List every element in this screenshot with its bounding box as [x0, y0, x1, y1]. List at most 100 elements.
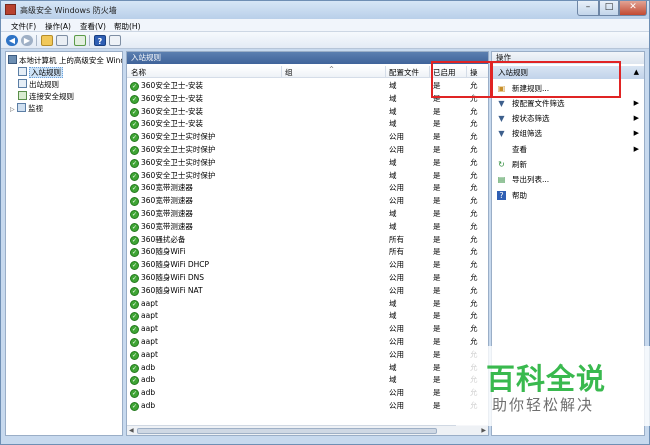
- forward-arrow-icon[interactable]: ▶: [21, 35, 33, 46]
- rule-name: adb: [141, 388, 156, 398]
- action-label: 按状态筛选: [512, 114, 550, 123]
- watermark-sub-text: 助你轻松解决: [492, 396, 595, 414]
- rule-enabled: 是: [433, 260, 441, 270]
- show-tree-icon[interactable]: [56, 35, 68, 46]
- tree-root[interactable]: 本地计算机 上的高级安全 Windo: [8, 55, 122, 66]
- menu-action[interactable]: 操作(A): [45, 21, 71, 32]
- rule-enabled: 是: [433, 400, 441, 410]
- table-row[interactable]: ✓adb公用是允: [127, 400, 488, 413]
- enabled-check-icon: ✓: [130, 376, 139, 386]
- rule-name: 360骚扰必备: [141, 234, 186, 244]
- window-title: 高级安全 Windows 防火墙: [20, 6, 117, 15]
- menu-file[interactable]: 文件(F): [11, 21, 36, 32]
- action-label: 刷新: [512, 160, 527, 169]
- menu-view[interactable]: 查看(V): [80, 21, 106, 32]
- table-row[interactable]: ✓ 360安全卫士实时保护 公用 是 允: [127, 131, 488, 144]
- rule-enabled: 是: [433, 208, 441, 218]
- action-item-export[interactable]: ▤ 导出列表...: [492, 173, 644, 186]
- tree-item-inbound-rules[interactable]: 入站规则: [18, 67, 63, 78]
- rule-enabled: 是: [433, 157, 441, 167]
- rule-profile: 公用: [389, 349, 404, 359]
- table-row[interactable]: ✓ 360安全卫士-安装 域 是 允: [127, 118, 488, 131]
- table-row[interactable]: ✓aapt公用是允: [127, 336, 488, 349]
- rule-action: 允: [470, 324, 478, 334]
- rule-profile: 公用: [389, 285, 404, 295]
- up-folder-icon[interactable]: [41, 35, 53, 46]
- table-row[interactable]: ✓ 360随身WiFi 所有 是 允: [127, 246, 488, 259]
- menu-help[interactable]: 帮助(H): [114, 21, 141, 32]
- table-row[interactable]: ✓adb公用是允: [127, 387, 488, 400]
- tree-item-outbound-rules[interactable]: 出站规则: [18, 79, 59, 90]
- table-row[interactable]: ✓ 360宽带测速器 公用 是 允: [127, 182, 488, 195]
- highlight-box-new-rule: [491, 61, 621, 98]
- rule-profile: 域: [389, 119, 397, 129]
- table-row[interactable]: ✓ 360骚扰必备 所有 是 允: [127, 234, 488, 247]
- minimize-button[interactable]: –: [577, 1, 599, 16]
- enabled-check-icon: ✓: [130, 337, 139, 347]
- action-item-filter[interactable]: ▼ 按配置文件筛选 ▶: [492, 97, 644, 110]
- table-row[interactable]: ✓ aapt 域 是 允: [127, 310, 488, 323]
- filter-icon: ▼: [498, 114, 505, 123]
- tree-item-monitoring[interactable]: ▷ 监视: [10, 103, 43, 114]
- rule-profile: 域: [389, 106, 397, 116]
- table-row[interactable]: ✓ aapt 域 是 允: [127, 298, 488, 311]
- enabled-check-icon: ✓: [130, 389, 139, 399]
- expand-arrow-icon[interactable]: ▷: [10, 104, 17, 115]
- title-bar[interactable]: 高级安全 Windows 防火墙 – □ ✕: [1, 1, 649, 19]
- enabled-check-icon: ✓: [130, 401, 139, 411]
- rule-profile: 域: [389, 298, 397, 308]
- action-item-filter[interactable]: ▼ 按状态筛选 ▶: [492, 112, 644, 125]
- rule-name: 360宽带测速器: [141, 183, 193, 193]
- help-icon[interactable]: ?: [94, 35, 106, 46]
- scrollbar-thumb[interactable]: [137, 428, 437, 434]
- action-item-view[interactable]: 查看 ▶: [492, 143, 644, 156]
- table-row[interactable]: ✓aapt公用是允: [127, 349, 488, 362]
- table-row[interactable]: ✓ 360安全卫士实时保护 域 是 允: [127, 157, 488, 170]
- rule-action: 允: [470, 260, 478, 270]
- rule-name: adb: [141, 400, 156, 410]
- rule-action: 允: [470, 221, 478, 231]
- show-action-pane-icon[interactable]: [109, 35, 121, 46]
- table-row[interactable]: ✓ 360宽带测速器 域 是 允: [127, 221, 488, 234]
- enabled-check-icon: ✓: [130, 299, 139, 309]
- table-row[interactable]: ✓ 360随身WiFi DNS 公用 是 允: [127, 272, 488, 285]
- action-item-refresh[interactable]: ↻ 刷新: [492, 158, 644, 171]
- collapse-icon[interactable]: ▲: [634, 66, 639, 79]
- menu-bar: 文件(F) 操作(A) 查看(V) 帮助(H): [1, 19, 649, 32]
- table-row[interactable]: ✓adb域是允: [127, 362, 488, 375]
- table-row[interactable]: ✓adb域是允: [127, 374, 488, 387]
- horizontal-scrollbar[interactable]: ◀ ▶: [127, 425, 488, 435]
- rules-table-body: ✓ 360安全卫士-安装域是允 ✓ 360安全卫士-安装域是允 ✓ 360安全卫士-安装域…: [127, 80, 488, 413]
- column-name[interactable]: 名称: [131, 67, 146, 78]
- back-arrow-icon[interactable]: ◀: [6, 35, 18, 46]
- scroll-right-icon[interactable]: ▶: [481, 427, 486, 434]
- column-group[interactable]: 组: [285, 67, 293, 78]
- table-row[interactable]: ✓ 360随身WiFi DHCP 公用 是 允: [127, 259, 488, 272]
- inbound-rules-icon: [18, 67, 27, 76]
- tree-item-connection-security-rules[interactable]: 连接安全规则: [18, 91, 74, 102]
- column-profile[interactable]: 配置文件: [389, 67, 419, 78]
- rule-action: 允: [470, 132, 478, 142]
- rule-action: 允: [470, 196, 478, 206]
- table-row[interactable]: ✓ 360安全卫士实时保护 域 是 允: [127, 170, 488, 183]
- export-icon[interactable]: [74, 35, 86, 46]
- close-button[interactable]: ✕: [619, 1, 647, 16]
- action-label: 帮助: [512, 191, 527, 200]
- action-label: 查看: [512, 145, 527, 154]
- table-row[interactable]: ✓ 360随身WiFi NAT 公用 是 允: [127, 285, 488, 298]
- action-item-filter[interactable]: ▼ 按组筛选 ▶: [492, 127, 644, 140]
- rule-action: 允: [470, 157, 478, 167]
- rule-name: 360安全卫士实时保护: [141, 157, 216, 167]
- rule-profile: 域: [389, 81, 397, 90]
- table-row[interactable]: ✓ 360宽带测速器 域 是 允: [127, 208, 488, 221]
- rule-profile: 所有: [389, 234, 404, 244]
- table-row[interactable]: ✓aapt公用是允: [127, 323, 488, 336]
- table-row[interactable]: ✓ 360宽带测速器 公用 是 允: [127, 195, 488, 208]
- table-row[interactable]: ✓ 360安全卫士实时保护 公用 是 允: [127, 144, 488, 157]
- scroll-left-icon[interactable]: ◀: [129, 427, 134, 434]
- action-item-help[interactable]: ? 帮助: [492, 189, 644, 202]
- rule-name: 360安全卫士实时保护: [141, 132, 216, 142]
- refresh-icon: ↻: [498, 160, 505, 169]
- table-row[interactable]: ✓ 360安全卫士-安装 域 是 允: [127, 106, 488, 119]
- maximize-button[interactable]: □: [599, 1, 619, 16]
